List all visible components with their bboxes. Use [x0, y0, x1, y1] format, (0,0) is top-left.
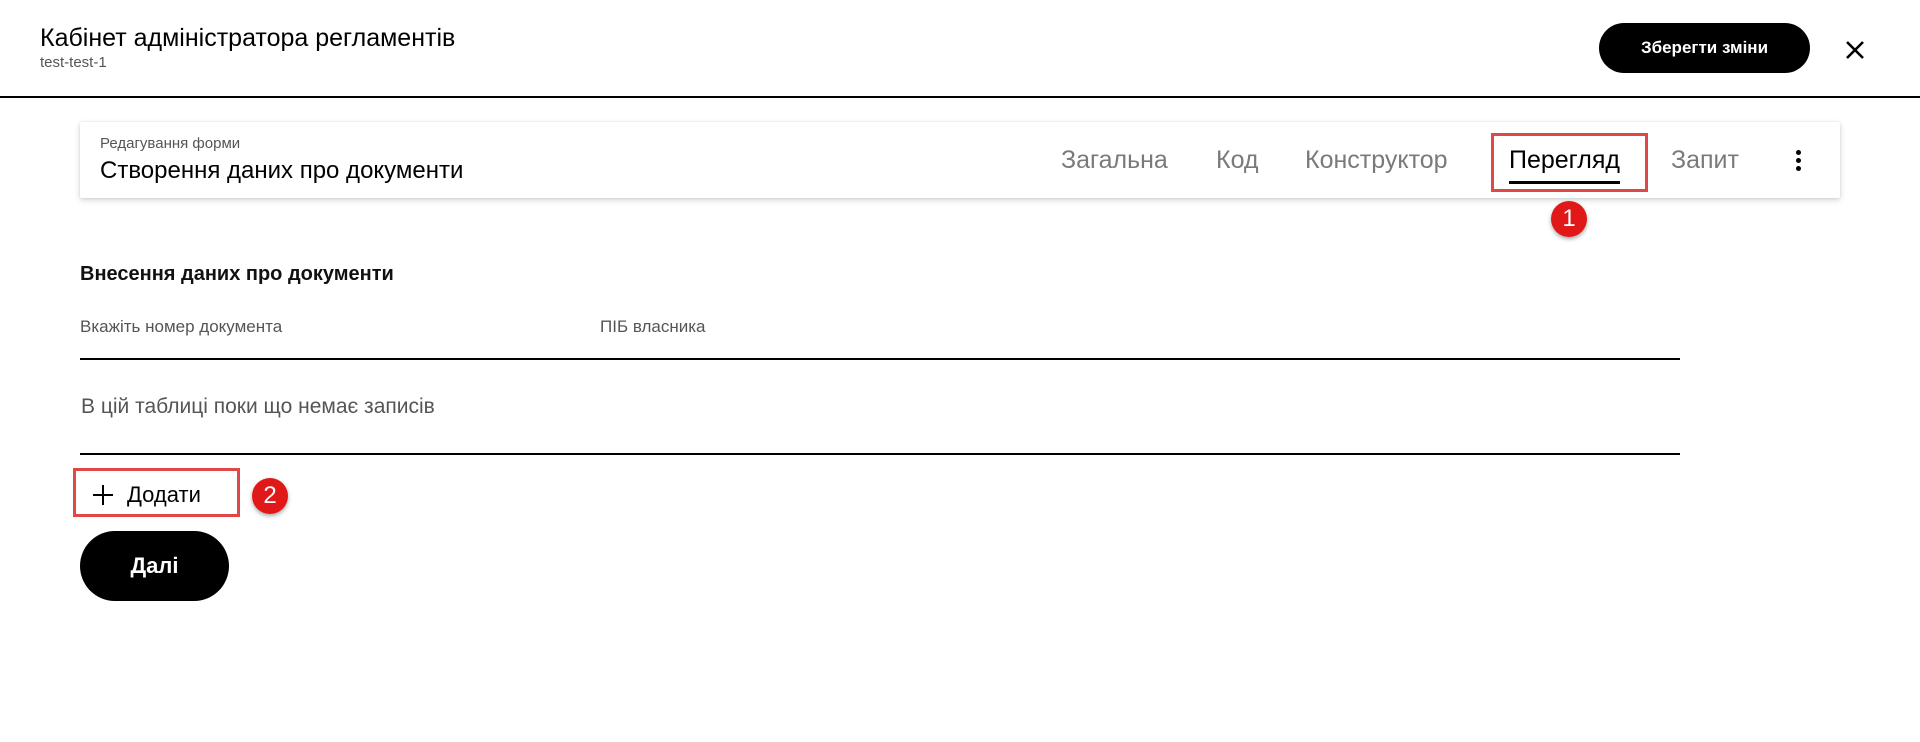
tab-preview[interactable]: Перегляд [1509, 142, 1620, 184]
form-editor-card: Редагування форми Створення даних про до… [80, 122, 1840, 198]
app-header: Кабінет адміністратора регламентів test-… [0, 0, 1920, 98]
table-empty-message: В цій таблиці поки що немає записів [81, 395, 435, 418]
tab-code[interactable]: Код [1216, 142, 1259, 178]
add-row-label: Додати [127, 482, 201, 507]
close-button[interactable] [1838, 33, 1872, 67]
more-vertical-icon [1795, 149, 1801, 155]
card-caption: Редагування форми [100, 135, 241, 152]
column-header-document-number: Вкажіть номер документа [80, 317, 283, 336]
annotation-marker-1: 1 [1551, 201, 1587, 237]
form-title: Створення даних про документи [100, 157, 464, 184]
save-changes-button[interactable]: Зберегти зміни [1599, 23, 1810, 73]
app-subtitle: test-test-1 [40, 54, 107, 71]
tab-constructor[interactable]: Конструктор [1305, 142, 1448, 178]
tab-request[interactable]: Запит [1671, 142, 1739, 178]
app-title: Кабінет адміністратора регламентів [40, 24, 456, 52]
close-icon [1846, 41, 1864, 59]
table-bottom-divider [80, 453, 1680, 455]
annotation-marker-2: 2 [252, 478, 288, 514]
table-header-divider [80, 358, 1680, 360]
column-header-owner-name: ПІБ власника [600, 317, 706, 336]
add-row-button[interactable]: Додати [77, 472, 236, 518]
section-title: Внесення даних про документи [80, 263, 394, 285]
plus-icon [93, 485, 113, 505]
more-options-button[interactable] [1780, 142, 1816, 178]
next-button[interactable]: Далі [80, 531, 229, 601]
tab-general[interactable]: Загальна [1061, 142, 1168, 178]
